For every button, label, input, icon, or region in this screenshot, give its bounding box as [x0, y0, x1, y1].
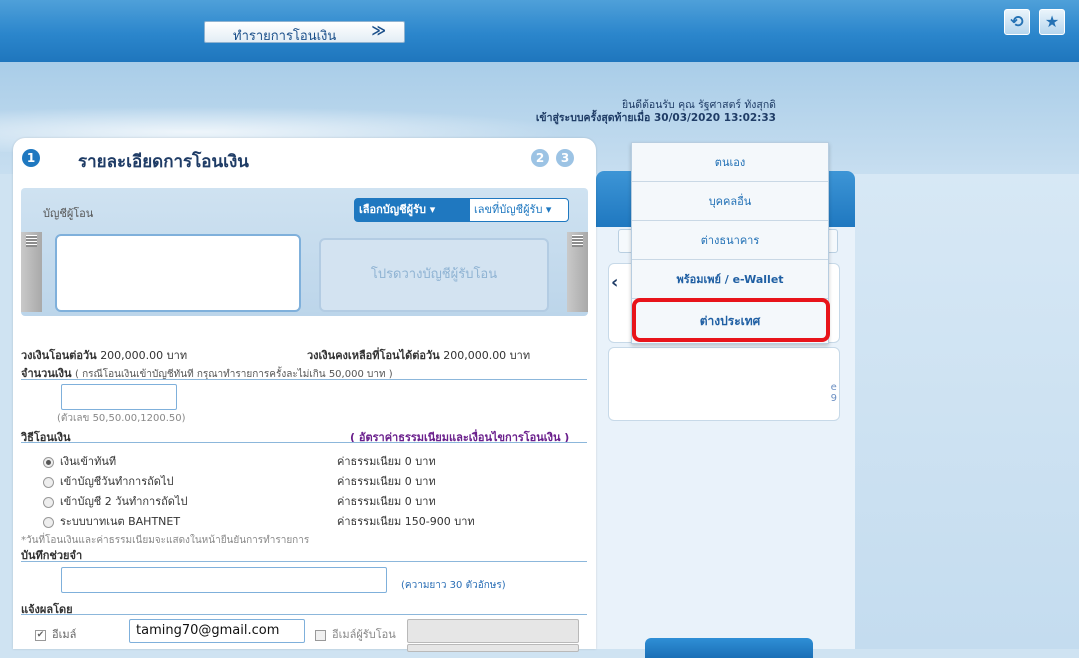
method-fee: ค่าธรรมเนียม 0 บาท: [337, 475, 436, 488]
page-title: รายละเอียดการโอนเงิน: [78, 152, 249, 172]
method-option-label: เข้าบัญชี 2 วันทำการถัดไป: [60, 495, 188, 508]
recipient-drop-zone[interactable]: โปรดวางบัญชีผู้รับโอน: [319, 238, 549, 312]
divider: [21, 442, 587, 443]
dropdown-item-other-bank[interactable]: ต่างธนาคาร: [632, 221, 828, 260]
dropdown-item-promptpay[interactable]: พร้อมเพย์ / e-Wallet: [632, 260, 828, 299]
highlight-box: [632, 298, 830, 342]
method-option[interactable]: เข้าบัญชีวันทำการถัดไป: [43, 472, 173, 490]
step-3-badge: 3: [556, 149, 574, 167]
divider: [21, 379, 587, 380]
daily-limit-label: วงเงินโอนต่อวัน: [21, 349, 97, 362]
fee-conditions-link[interactable]: ( อัตราค่าธรรมเนียมและเงื่อนไขการโอนเงิน…: [350, 428, 569, 446]
memo-length-hint: (ความยาว 30 ตัวอักษร): [401, 580, 506, 591]
recipient-email-input[interactable]: [407, 619, 579, 643]
method-option[interactable]: เข้าบัญชี 2 วันทำการถัดไป: [43, 492, 187, 510]
email-input[interactable]: taming70@gmail.com: [129, 619, 305, 643]
email-label: อีเมล์: [52, 628, 77, 641]
carousel-right-handle[interactable]: [567, 232, 588, 312]
checkbox-checked-icon[interactable]: ✔: [35, 629, 46, 641]
carousel-left-handle[interactable]: [21, 232, 42, 312]
radio-icon[interactable]: [43, 476, 54, 488]
account-info-box: e 9: [608, 347, 840, 421]
daily-limit-value: 200,000.00 บาท: [100, 349, 188, 362]
chevron-down-icon: ≫: [371, 23, 386, 39]
amount-input[interactable]: [61, 384, 177, 410]
logout-icon[interactable]: ⟲: [1004, 9, 1030, 35]
recipient-email-checkbox-row[interactable]: อีเมล์ผู้รับโอน: [315, 625, 396, 643]
daily-limit: วงเงินโอนต่อวัน 200,000.00 บาท: [21, 346, 187, 364]
radio-icon[interactable]: [43, 516, 54, 528]
method-option-label: เข้าบัญชีวันทำการถัดไป: [60, 475, 174, 488]
last-login: เข้าสู่ระบบครั้งสุดท้ายเมื่อ 30/03/2020 …: [535, 112, 776, 124]
favorite-icon[interactable]: ★: [1039, 9, 1065, 35]
radio-selected-icon[interactable]: [43, 456, 54, 468]
account-info-partial: e 9: [830, 382, 837, 404]
method-fee: ค่าธรรมเนียม 0 บาท: [337, 455, 436, 468]
remaining-limit: วงเงินคงเหลือที่โอนได้ต่อวัน 200,000.00 …: [307, 346, 530, 364]
amount-example: (ตัวเลข 50,50.00,1200.50): [57, 413, 186, 424]
method-option-label: เงินเข้าทันที: [60, 455, 117, 468]
welcome-greeting: ยินดีต้อนรับ คุณ รัฐศาสตร์ ทังสุกดิ: [621, 99, 776, 111]
from-account-card[interactable]: [55, 234, 301, 312]
dropdown-item-other-person[interactable]: บุคคลอื่น: [632, 182, 828, 221]
method-option-label: ระบบบาทเนต BAHTNET: [60, 515, 181, 528]
remaining-limit-label: วงเงินคงเหลือที่โอนได้ต่อวัน: [307, 349, 440, 362]
select-recipient-button[interactable]: เลือกบัญชีผู้รับ ▾: [354, 198, 470, 222]
method-option[interactable]: ระบบบาทเนต BAHTNET: [43, 512, 180, 530]
method-option[interactable]: เงินเข้าทันที: [43, 452, 116, 470]
email-checkbox-row[interactable]: ✔ อีเมล์: [35, 625, 76, 643]
method-fee: ค่าธรรมเนียม 150-900 บาท: [337, 515, 475, 528]
from-account-label: บัญชีผู้โอน: [43, 207, 94, 220]
transaction-menu-select[interactable]: ทำรายการโอนเงิน ≫: [204, 21, 405, 44]
step-2-badge: 2: [531, 149, 549, 167]
radio-icon[interactable]: [43, 496, 54, 508]
checkbox-icon[interactable]: [315, 629, 326, 641]
notify-label: แจ้งผลโดย: [21, 603, 73, 616]
method-fee: ค่าธรรมเนียม 0 บาท: [337, 495, 436, 508]
transfer-details-panel: 1 รายละเอียดการโอนเงิน 2 3 บัญชีผู้โอน เ…: [13, 138, 596, 652]
remaining-limit-value: 200,000.00 บาท: [443, 349, 531, 362]
method-label: วิธีโอนเงิน: [21, 431, 71, 444]
recipient-email-label: อีเมล์ผู้รับโอน: [332, 628, 396, 641]
top-bar: ทำรายการโอนเงิน ≫ ⟲ ★: [0, 0, 1079, 62]
memo-input[interactable]: [61, 567, 387, 593]
grip-icon: [26, 235, 37, 247]
right-panel-action-button[interactable]: [645, 638, 813, 658]
divider: [21, 614, 587, 615]
dropdown-item-self[interactable]: ตนเอง: [632, 143, 828, 182]
transaction-menu-label: ทำรายการโอนเงิน: [233, 29, 337, 44]
step-1-badge: 1: [22, 149, 40, 167]
grip-icon: [572, 235, 583, 247]
carousel-prev-icon[interactable]: ‹: [611, 272, 618, 293]
welcome-text: ยินดีต้อนรับ คุณ รัฐศาสตร์ ทังสุกดิ เข้า…: [536, 99, 776, 125]
divider: [21, 561, 587, 562]
recipient-number-button[interactable]: เลขที่บัญชีผู้รับ ▾: [469, 198, 569, 222]
recipient-email-input-2[interactable]: [407, 644, 579, 652]
account-selection-area: บัญชีผู้โอน เลือกบัญชีผู้รับ ▾ เลขที่บัญ…: [21, 188, 588, 316]
